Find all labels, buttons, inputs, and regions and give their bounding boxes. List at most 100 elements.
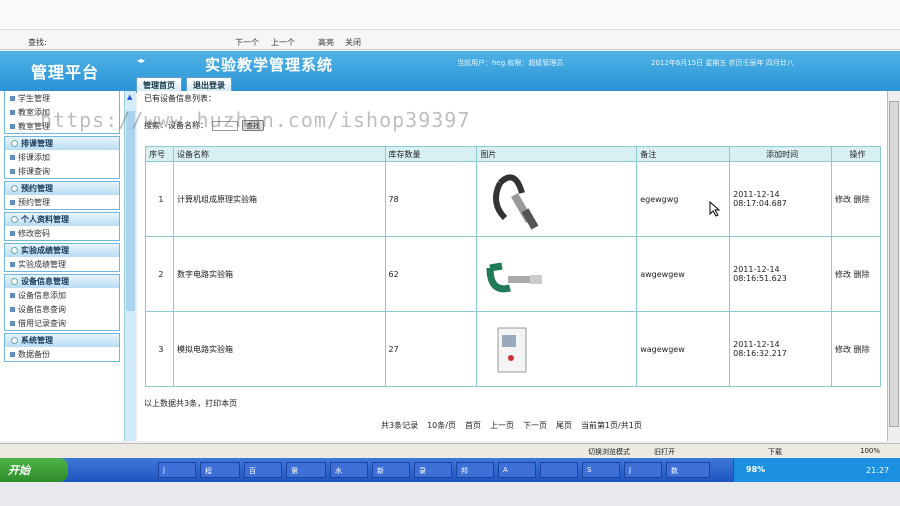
sidebar-item-schedule-add[interactable]: 排课添加 xyxy=(5,150,119,164)
taskbar-button[interactable]: 新 xyxy=(372,462,410,478)
section-header[interactable]: 预约管理 xyxy=(5,182,119,195)
find-highlight-button[interactable]: 高亮 xyxy=(318,37,334,48)
section-icon xyxy=(11,216,18,223)
edit-link[interactable]: 修改 xyxy=(835,345,851,354)
cell-time: 2011-12-14 08:17:04.687 xyxy=(729,161,833,237)
sidebar-item-student[interactable]: 学生管理 xyxy=(5,91,119,105)
sidebar-item-change-password[interactable]: 修改密码 xyxy=(5,226,119,240)
find-close-button[interactable]: 关闭 xyxy=(345,37,361,48)
sidebar-item-backup[interactable]: 数据备份 xyxy=(5,347,119,361)
bullet-icon xyxy=(10,292,15,298)
equipment-table: 序号 设备名称 库存数量 图片 备注 添加时间 操作 1 计算机组成原理实验箱 … xyxy=(145,146,881,387)
sidebar-item-borrow-records[interactable]: 借用记录查询 xyxy=(5,316,119,330)
bullet-icon xyxy=(10,351,15,357)
watermark: https://www.huzhan.com/ishop39397 xyxy=(40,108,471,132)
micrometer-image xyxy=(486,262,543,293)
cell-no: 3 xyxy=(145,311,174,387)
delete-link[interactable]: 删除 xyxy=(854,345,870,354)
edit-link[interactable]: 修改 xyxy=(835,195,851,204)
taskbar-button[interactable]: 水 xyxy=(330,462,368,478)
cell-actions: 修改 删除 xyxy=(831,161,881,237)
find-bar: 查找: 下一个 上一个 高亮 关闭 xyxy=(0,29,900,50)
sidebar-item-label: 设备信息添加 xyxy=(18,290,66,300)
page-scroll-thumb[interactable] xyxy=(889,101,899,427)
user-info: 当前用户：heg 权限：超级管理员 xyxy=(457,59,564,67)
sidebar-section-system: 系统管理 数据备份 xyxy=(4,333,120,362)
taskbar-button[interactable]: A xyxy=(498,462,536,478)
delete-link[interactable]: 删除 xyxy=(854,195,870,204)
sidebar-item-label: 设备信息查询 xyxy=(18,304,66,314)
cell-actions: 修改 删除 xyxy=(831,236,881,312)
sidebar-item-reservation[interactable]: 预约管理 xyxy=(5,195,119,209)
logo: 管理平台 xyxy=(30,63,99,82)
col-header: 备注 xyxy=(636,146,731,162)
cell-no: 2 xyxy=(145,236,174,312)
sidebar-scroll-thumb[interactable] xyxy=(126,111,135,311)
pager: 共3条记录 10条/页 首页 上一页 下一页 尾页 当前第1页/共1页 xyxy=(381,420,642,431)
sidebar-item-equipment-query[interactable]: 设备信息查询 xyxy=(5,302,119,316)
pager-size: 10条/页 xyxy=(427,421,456,430)
section-header[interactable]: 排课管理 xyxy=(5,137,119,150)
section-header[interactable]: 系统管理 xyxy=(5,334,119,347)
pager-last[interactable]: 尾页 xyxy=(556,420,572,431)
bullet-icon xyxy=(10,168,15,174)
delete-link[interactable]: 删除 xyxy=(854,270,870,279)
sidebar-item-schedule-query[interactable]: 排课查询 xyxy=(5,164,119,178)
taskbar-button[interactable]: 邦 xyxy=(456,462,494,478)
bullet-icon xyxy=(10,230,15,236)
taskbar-button[interactable]: J xyxy=(624,462,662,478)
cell-name: 模拟电路实验箱 xyxy=(172,311,386,387)
bullet-icon xyxy=(10,95,15,101)
cell-qty: 62 xyxy=(384,236,478,312)
taskbar-button[interactable] xyxy=(540,462,578,478)
list-title: 已有设备信息列表： xyxy=(144,94,216,103)
sidebar-section-grades: 实验成绩管理 实验成绩管理 xyxy=(4,243,120,272)
taskbar-button[interactable]: S xyxy=(582,462,620,478)
sidebar-item-label: 学生管理 xyxy=(18,93,50,103)
sidebar-item-equipment-add[interactable]: 设备信息添加 xyxy=(5,288,119,302)
sidebar-toggle-icon[interactable]: ◂▸ xyxy=(137,56,145,65)
bullet-icon xyxy=(10,261,15,267)
download-button[interactable]: 下载 xyxy=(768,447,782,457)
page-scrollbar[interactable] xyxy=(887,91,900,441)
sidebar-item-grades[interactable]: 实验成绩管理 xyxy=(5,257,119,271)
col-header: 序号 xyxy=(145,146,174,162)
section-title: 预约管理 xyxy=(21,184,53,193)
bullet-icon xyxy=(10,199,15,205)
zoom-level[interactable]: 100% xyxy=(860,447,880,455)
app-header xyxy=(0,51,900,91)
taskbar-button[interactable]: j xyxy=(158,462,196,478)
find-prev-button[interactable]: 上一个 xyxy=(271,37,295,48)
taskbar-button[interactable]: 第 xyxy=(286,462,326,478)
taskbar-button[interactable]: 数 xyxy=(666,462,710,478)
section-icon xyxy=(11,140,18,147)
scroll-up-icon[interactable]: ▲ xyxy=(127,93,132,101)
taskbar-button[interactable]: 百 xyxy=(244,462,282,478)
cell-qty: 78 xyxy=(384,161,478,237)
cell-image xyxy=(476,161,638,237)
browse-mode-toggle[interactable]: 切换浏览模式 xyxy=(588,447,630,457)
edit-link[interactable]: 修改 xyxy=(835,270,851,279)
taskbar-button[interactable]: 程 xyxy=(200,462,240,478)
old-open-button[interactable]: 旧打开 xyxy=(654,447,675,457)
table-row: 2 数字电路实验箱 62 awgewgew 2011-12-14 08:16:5… xyxy=(145,236,881,312)
taskbar-button[interactable]: 录 xyxy=(414,462,452,478)
pager-next[interactable]: 下一页 xyxy=(523,420,547,431)
sidebar-section-reservation: 预约管理 预约管理 xyxy=(4,181,120,210)
sidebar-item-label: 排课添加 xyxy=(18,152,50,162)
main-content: 已有设备信息列表： 搜索：设备名称： 查找 序号 设备名称 库存数量 图片 备注… xyxy=(137,91,887,441)
pager-first[interactable]: 首页 xyxy=(465,420,481,431)
section-header[interactable]: 个人资料管理 xyxy=(5,213,119,226)
top-strip xyxy=(0,0,900,29)
sidebar-scrollbar[interactable]: ▲ xyxy=(124,91,136,441)
device-box-image xyxy=(497,327,527,373)
pager-prev[interactable]: 上一页 xyxy=(490,420,514,431)
sidebar-item-label: 实验成绩管理 xyxy=(18,259,66,269)
section-title: 系统管理 xyxy=(21,336,53,345)
table-header-row: 序号 设备名称 库存数量 图片 备注 添加时间 操作 xyxy=(145,146,881,162)
start-button[interactable]: 开始 xyxy=(0,458,68,482)
find-next-button[interactable]: 下一个 xyxy=(235,37,259,48)
section-header[interactable]: 实验成绩管理 xyxy=(5,244,119,257)
cell-name: 数字电路实验箱 xyxy=(172,236,386,312)
section-header[interactable]: 设备信息管理 xyxy=(5,275,119,288)
